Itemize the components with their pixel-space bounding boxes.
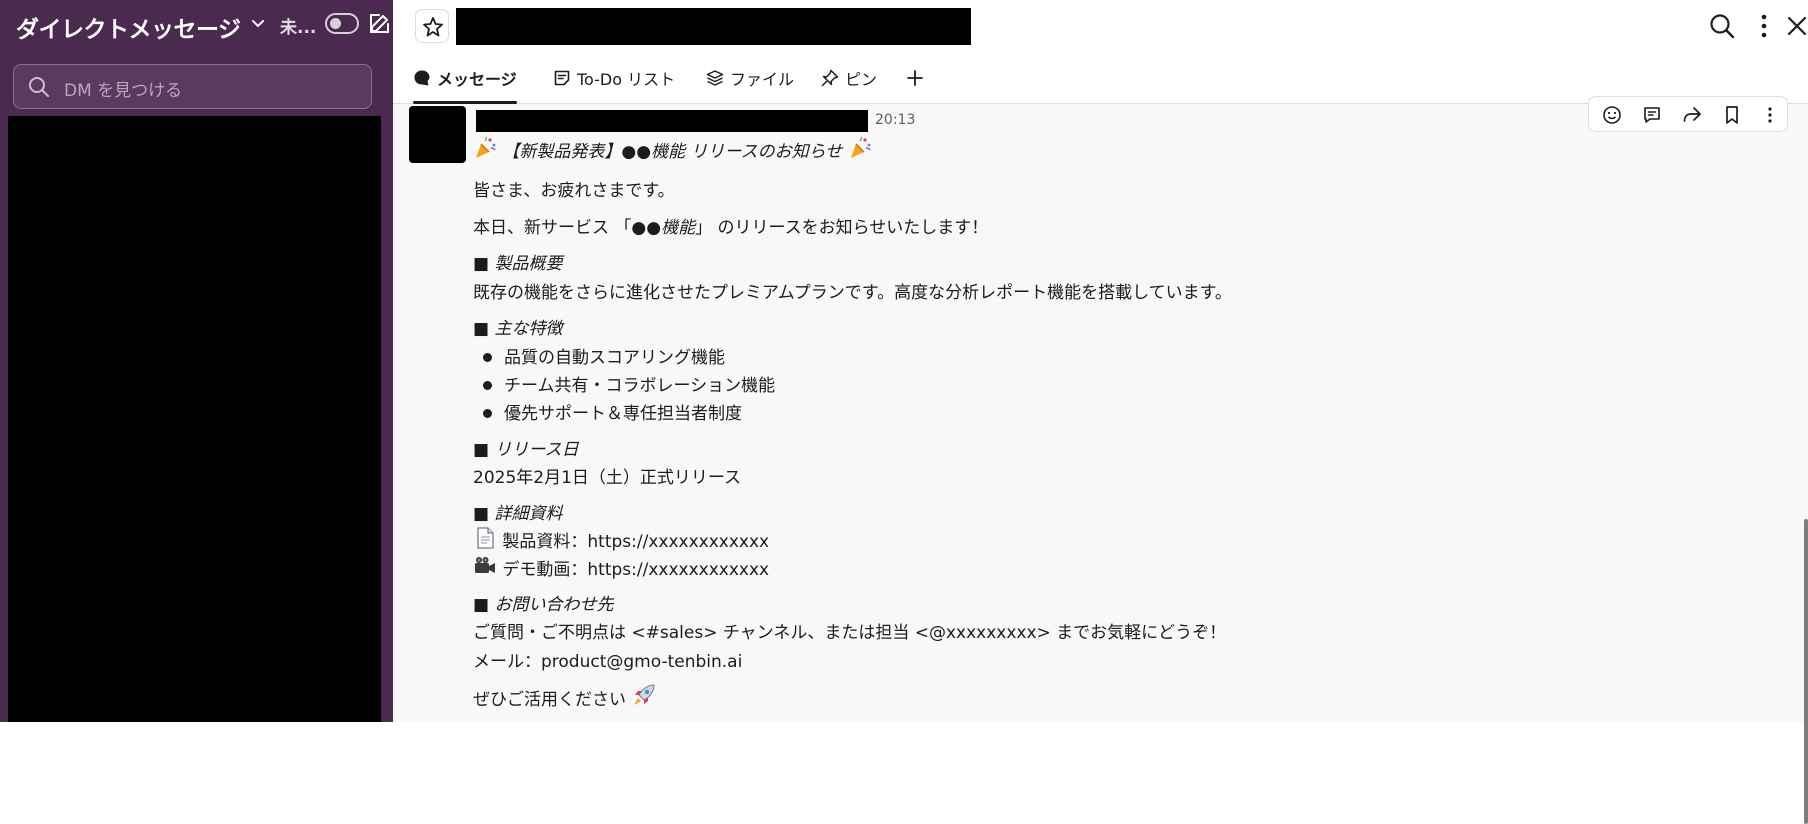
list-item: チーム共有・コラボレーション機能 <box>473 371 775 396</box>
tab-todo[interactable]: To-Do リスト <box>553 52 675 103</box>
share-icon[interactable] <box>1681 104 1703 126</box>
rocket-icon <box>634 684 655 705</box>
sidebar-header: ダイレクトメッセージ 未... <box>0 0 393 52</box>
document-icon <box>477 527 494 549</box>
tab-label: メッセージ <box>437 69 517 89</box>
release-date-text: 2025年2月1日（土）正式リリース <box>473 468 742 488</box>
search-icon[interactable] <box>1706 10 1738 42</box>
party-popper-icon <box>476 136 496 158</box>
star-icon <box>423 17 443 37</box>
add-tab-icon[interactable] <box>905 68 925 88</box>
message-timestamp[interactable]: 20:13 <box>875 112 915 128</box>
sidebar-title[interactable]: ダイレクトメッセージ <box>16 10 241 44</box>
section-title-release-date: ■ リリース日 <box>473 440 579 460</box>
message-list: 20:13 【新製品発表】●●機能 リリースのお知らせ 皆さま、お疲れさまです。… <box>393 96 1808 824</box>
dm-list-redacted <box>8 116 381 722</box>
star-button[interactable] <box>415 9 449 43</box>
video-camera-icon <box>475 557 495 573</box>
doc-link-line[interactable]: 製品資料：https://xxxxxxxxxxxx <box>473 526 769 552</box>
search-icon <box>29 77 49 97</box>
list-item: 優先サポート＆専任担当者制度 <box>473 399 742 424</box>
tab-pins[interactable]: ピン <box>821 52 877 103</box>
tab-messages[interactable]: メッセージ <box>413 52 517 104</box>
scrollbar[interactable] <box>1804 519 1808 824</box>
headline-text: 【新製品発表】●●機能 リリースのお知らせ <box>502 142 843 162</box>
closing-line: ぜひご活用ください <box>473 682 657 710</box>
chevron-down-icon[interactable] <box>250 15 266 31</box>
intro-text: 本日、新サービス 「●●機能」 のリリースをお知らせいたします！ <box>473 218 989 238</box>
tab-files[interactable]: ファイル <box>706 52 794 103</box>
todo-icon <box>554 70 570 85</box>
unread-filter-label: 未... <box>280 18 317 38</box>
dm-search-placeholder: DM を見つける <box>64 81 183 101</box>
message-actions-toolbar <box>1588 96 1788 132</box>
sender-name-redacted[interactable] <box>476 110 868 132</box>
greeting-text: 皆さま、お疲れさまです。 <box>473 181 675 201</box>
video-link-line[interactable]: デモ動画：https://xxxxxxxxxxxx <box>473 554 769 580</box>
kebab-icon[interactable] <box>1748 10 1780 42</box>
party-popper-icon <box>850 136 871 158</box>
overview-text: 既存の機能をさらに進化させたプレミアムプランです。高度な分析レポート機能を搭載し… <box>473 283 1232 303</box>
bookmark-icon[interactable] <box>1721 104 1743 126</box>
list-item: 品質の自動スコアリング機能 <box>473 343 725 368</box>
emoji-reaction-icon[interactable] <box>1601 104 1623 126</box>
mail-text: メール：product@gmo-tenbin.ai <box>473 652 743 672</box>
contact-text: ご質問・ご不明点は <#sales> チャンネル、または担当 <@xxxxxxx… <box>473 623 1227 643</box>
pin-icon <box>821 69 839 86</box>
avatar[interactable] <box>409 106 466 163</box>
files-icon <box>706 69 724 86</box>
dm-search-input[interactable]: DM を見つける <box>13 64 372 109</box>
section-title-features: ■ 主な特徴 <box>473 319 563 339</box>
unread-toggle[interactable] <box>325 13 359 34</box>
tab-label: ファイル <box>730 69 795 89</box>
compose-icon[interactable] <box>368 11 392 35</box>
tab-label: ピン <box>845 69 878 89</box>
channel-header <box>393 0 1808 52</box>
channel-name-redacted[interactable] <box>456 8 971 45</box>
section-title-contact: ■ お問い合わせ先 <box>473 595 614 615</box>
message-headline: 【新製品発表】●●機能 リリースのお知らせ <box>473 136 872 162</box>
more-actions-icon[interactable] <box>1759 104 1781 126</box>
section-title-overview: ■ 製品概要 <box>473 254 563 274</box>
close-icon[interactable] <box>1786 10 1808 42</box>
sidebar: ダイレクトメッセージ 未... DM を見つける <box>0 0 393 722</box>
tab-label: To-Do リスト <box>577 69 676 89</box>
main-pane: メッセージ To-Do リスト ファイル ピン 20:13 【新製品発表】●●機… <box>393 0 1808 824</box>
message-icon <box>414 70 430 85</box>
section-title-materials: ■ 詳細資料 <box>473 504 563 524</box>
reply-thread-icon[interactable] <box>1641 104 1663 126</box>
